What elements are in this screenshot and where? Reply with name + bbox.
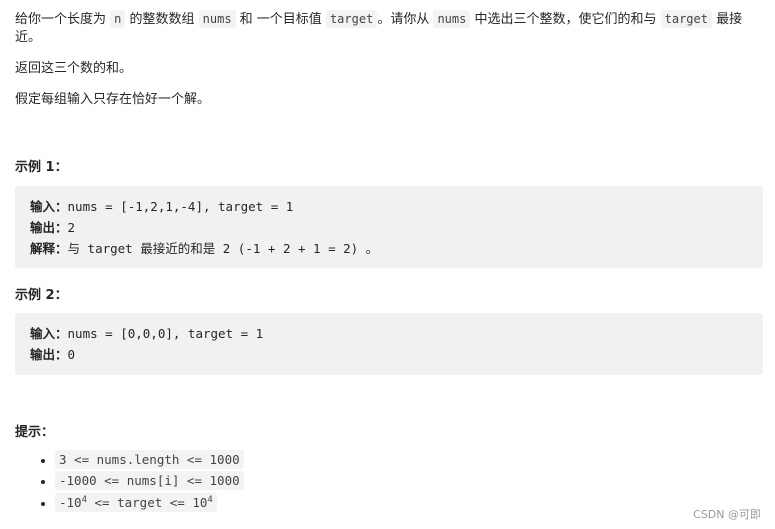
text: 。请你从 xyxy=(377,12,434,27)
text: 和 一个目标值 xyxy=(235,12,326,27)
text: <= target <= 10 xyxy=(87,495,208,511)
input-label: 输入： xyxy=(30,199,68,214)
input-value: nums = [-1,2,1,-4], target = 1 xyxy=(67,199,294,214)
example-1-title: 示例 1： xyxy=(15,160,68,175)
output-label: 输出： xyxy=(30,347,68,362)
inline-code: target xyxy=(660,10,712,28)
example-2-title: 示例 2： xyxy=(15,288,68,303)
list-item: -1000 <= nums[i] <= 1000 xyxy=(55,470,244,492)
watermark: CSDN @可即 xyxy=(693,508,761,521)
input-value: nums = [0,0,0], target = 1 xyxy=(67,326,264,341)
inline-code: nums xyxy=(433,10,471,28)
example-1-block: 输入：nums = [-1,2,1,-4], target = 1 输出：2 解… xyxy=(15,186,763,268)
example-2-block: 输入：nums = [0,0,0], target = 1 输出：0 xyxy=(15,313,763,375)
text: 中选出三个整数，使它们的和与 xyxy=(470,12,661,27)
text: -10 xyxy=(59,495,82,511)
output-value: 0 xyxy=(67,347,76,362)
constraint: -104 <= target <= 104 xyxy=(55,493,217,513)
output-value: 2 xyxy=(67,220,76,235)
exponent: 4 xyxy=(207,495,213,505)
inline-code: n xyxy=(110,10,126,28)
explain-label: 解释： xyxy=(30,241,68,256)
assumption-paragraph: 假定每组输入只存在恰好一个解。 xyxy=(15,92,211,107)
constraint: 3 <= nums.length <= 1000 xyxy=(55,450,244,469)
hints-title: 提示： xyxy=(15,425,55,440)
explain-value: 与 target 最接近的和是 2 (-1 + 2 + 1 = 2) 。 xyxy=(67,241,379,256)
list-item: -104 <= target <= 104 xyxy=(55,491,244,514)
output-label: 输出： xyxy=(30,220,68,235)
constraints-list: 3 <= nums.length <= 1000 -1000 <= nums[i… xyxy=(15,450,244,514)
input-label: 输入： xyxy=(30,326,68,341)
text: 给你一个长度为 xyxy=(15,12,111,27)
description-paragraph: 给你一个长度为 n 的整数数组 nums 和 一个目标值 target 。请你从 … xyxy=(15,10,763,47)
inline-code: target xyxy=(325,10,378,28)
list-item: 3 <= nums.length <= 1000 xyxy=(55,450,244,471)
return-paragraph: 返回这三个数的和。 xyxy=(15,61,133,76)
inline-code: nums xyxy=(198,10,236,28)
constraint: -1000 <= nums[i] <= 1000 xyxy=(55,470,244,490)
text: 的整数数组 xyxy=(125,12,199,27)
